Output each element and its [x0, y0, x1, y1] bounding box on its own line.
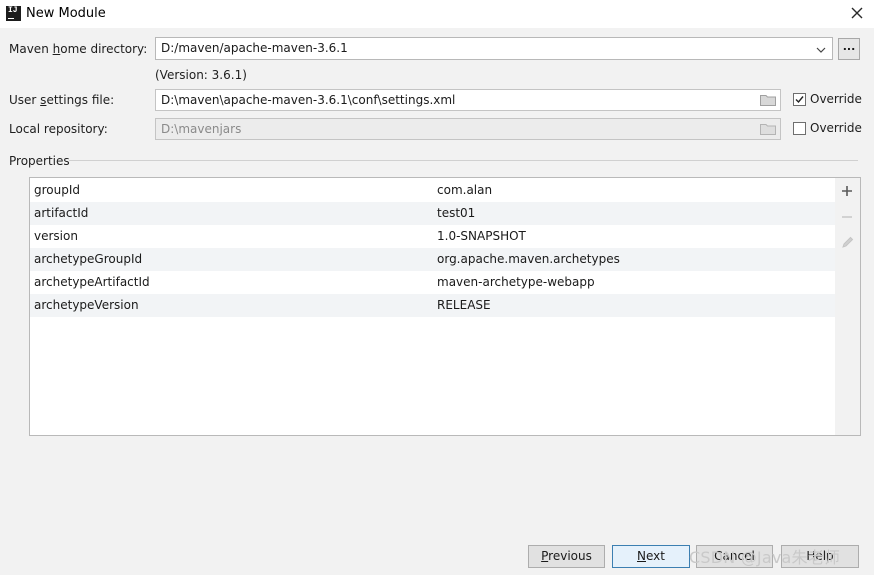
property-key: archetypeArtifactId: [34, 275, 150, 289]
user-settings-value: D:\maven\apache-maven-3.6.1\conf\setting…: [161, 93, 456, 107]
property-value[interactable]: org.apache.maven.archetypes: [437, 252, 620, 266]
property-key: artifactId: [34, 206, 89, 220]
property-key: archetypeVersion: [34, 298, 139, 312]
chevron-down-icon[interactable]: [816, 44, 826, 54]
maven-home-combobox[interactable]: D:/maven/apache-maven-3.6.1: [155, 37, 833, 60]
properties-label: Properties: [9, 154, 70, 168]
maven-home-value: D:/maven/apache-maven-3.6.1: [161, 41, 348, 55]
table-row[interactable]: archetypeArtifactId maven-archetype-webap…: [30, 271, 835, 294]
local-repository-override-label[interactable]: Override: [810, 121, 862, 135]
previous-button[interactable]: Previous: [528, 545, 605, 568]
table-row[interactable]: archetypeVersion RELEASE: [30, 294, 835, 317]
browse-button[interactable]: ...: [838, 38, 860, 60]
property-key: version: [34, 229, 78, 243]
add-icon[interactable]: [841, 185, 853, 200]
remove-icon[interactable]: [841, 211, 853, 226]
user-settings-field[interactable]: D:\maven\apache-maven-3.6.1\conf\setting…: [155, 89, 781, 111]
table-row[interactable]: artifactId test01: [30, 202, 835, 225]
title-bar: [0, 0, 874, 28]
property-value[interactable]: maven-archetype-webapp: [437, 275, 595, 289]
folder-icon[interactable]: [760, 123, 776, 135]
watermark: CSDN @Java朱老师: [689, 548, 841, 567]
property-key: groupId: [34, 183, 81, 197]
table-row[interactable]: archetypeGroupId org.apache.maven.archety…: [30, 248, 835, 271]
local-repository-override-checkbox[interactable]: [793, 122, 806, 135]
intellij-icon: IJ: [6, 6, 21, 21]
local-repository-value: D:\mavenjars: [161, 122, 242, 136]
properties-table[interactable]: groupId com.alan artifactId test01 version…: [29, 177, 836, 436]
property-value[interactable]: com.alan: [437, 183, 492, 197]
folder-icon[interactable]: [760, 94, 776, 106]
property-key: archetypeGroupId: [34, 252, 143, 266]
properties-toolbar: [835, 177, 861, 436]
local-repository-label: Local repository:: [9, 122, 108, 136]
edit-icon[interactable]: [841, 236, 854, 252]
properties-separator: [69, 160, 858, 161]
table-row[interactable]: version 1.0-SNAPSHOT: [30, 225, 835, 248]
property-value[interactable]: RELEASE: [437, 298, 491, 312]
user-settings-label: User settings file:: [9, 93, 115, 107]
property-value[interactable]: 1.0-SNAPSHOT: [437, 229, 526, 243]
property-value[interactable]: test01: [437, 206, 475, 220]
maven-home-label: Maven home directory:: [9, 42, 148, 56]
local-repository-field[interactable]: D:\mavenjars: [155, 118, 781, 140]
user-settings-override-checkbox[interactable]: [793, 93, 806, 106]
next-button[interactable]: Next: [612, 545, 690, 568]
maven-version: (Version: 3.6.1): [155, 68, 247, 82]
user-settings-override-label[interactable]: Override: [810, 92, 862, 106]
table-row[interactable]: groupId com.alan: [30, 179, 835, 202]
close-icon[interactable]: [848, 4, 866, 22]
window-title: New Module: [26, 6, 106, 21]
